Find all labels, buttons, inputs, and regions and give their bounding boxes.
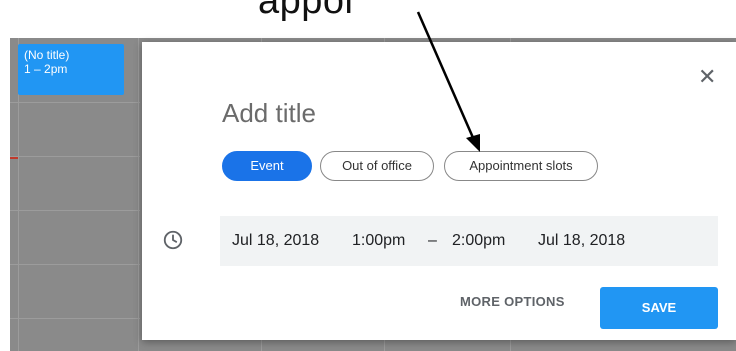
event-chip-time: 1 – 2pm <box>24 62 68 76</box>
title-underline <box>222 136 622 137</box>
grid-line <box>10 318 140 319</box>
title-input[interactable]: Add title <box>222 98 316 129</box>
caption-strip: appoi <box>0 0 736 38</box>
end-time[interactable]: 2:00pm <box>452 232 505 250</box>
caption-text: appoi <box>258 0 354 22</box>
grid-line <box>138 38 139 351</box>
clock-icon <box>163 230 183 250</box>
grid-line <box>10 210 140 211</box>
save-button[interactable]: SAVE <box>600 287 718 329</box>
close-icon[interactable]: ✕ <box>698 66 716 88</box>
grid-line <box>10 264 140 265</box>
date-time-row: Jul 18, 2018 1:00pm – 2:00pm Jul 18, 201… <box>220 216 718 266</box>
end-date[interactable]: Jul 18, 2018 <box>538 232 625 250</box>
start-time[interactable]: 1:00pm <box>352 232 405 250</box>
grid-line <box>10 156 140 157</box>
grid-line <box>10 102 140 103</box>
calendar-event-chip[interactable]: (No title) 1 – 2pm <box>18 44 124 95</box>
time-separator: – <box>428 232 437 249</box>
quick-event-dialog: ✕ Add title Event Out of office Appointm… <box>142 42 736 340</box>
event-type-chip-appointment-slots[interactable]: Appointment slots <box>444 151 598 181</box>
start-date[interactable]: Jul 18, 2018 <box>232 232 319 250</box>
event-type-chip-event[interactable]: Event <box>222 151 312 181</box>
event-chip-title: (No title) <box>24 48 70 62</box>
current-time-indicator <box>10 157 18 159</box>
event-type-chip-out-of-office[interactable]: Out of office <box>320 151 434 181</box>
more-options-button[interactable]: MORE OPTIONS <box>460 294 565 309</box>
